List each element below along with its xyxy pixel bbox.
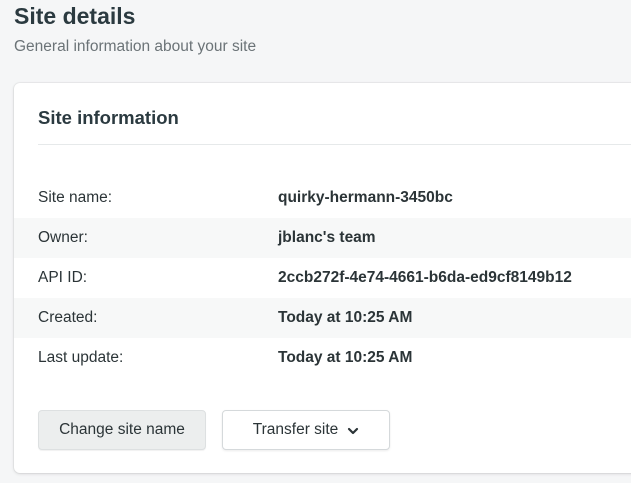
site-information-card: Site information Site name: quirky-herma…	[14, 83, 631, 473]
card-title: Site information	[38, 107, 179, 128]
info-value: quirky-hermann-3450bc	[278, 189, 453, 206]
info-value: Today at 10:25 AM	[278, 309, 413, 326]
info-row-owner: Owner: jblanc's team	[14, 218, 631, 258]
info-label: Site name:	[38, 189, 113, 206]
page-subtitle: General information about your site	[14, 38, 257, 55]
page-title: Site details	[14, 3, 136, 29]
info-table: Site name: quirky-hermann-3450bc Owner: …	[14, 178, 631, 378]
info-label: Owner:	[38, 229, 88, 246]
transfer-site-button[interactable]: Transfer site	[222, 410, 390, 450]
info-value: jblanc's team	[278, 229, 376, 246]
transfer-site-label: Transfer site	[252, 421, 339, 438]
chevron-down-icon	[347, 424, 359, 436]
change-site-name-button[interactable]: Change site name	[38, 410, 206, 450]
change-site-name-label: Change site name	[59, 421, 185, 438]
info-label: Created:	[38, 309, 98, 326]
info-row-api-id: API ID: 2ccb272f-4e74-4661-b6da-ed9cf814…	[14, 258, 631, 298]
info-label: API ID:	[38, 269, 88, 286]
info-row-site-name: Site name: quirky-hermann-3450bc	[14, 178, 631, 218]
info-label: Last update:	[38, 349, 124, 366]
info-value: Today at 10:25 AM	[278, 349, 413, 366]
info-row-created: Created: Today at 10:25 AM	[14, 298, 631, 338]
divider	[38, 144, 631, 145]
info-row-last-update: Last update: Today at 10:25 AM	[14, 338, 631, 378]
info-value: 2ccb272f-4e74-4661-b6da-ed9cf8149b12	[278, 269, 572, 286]
